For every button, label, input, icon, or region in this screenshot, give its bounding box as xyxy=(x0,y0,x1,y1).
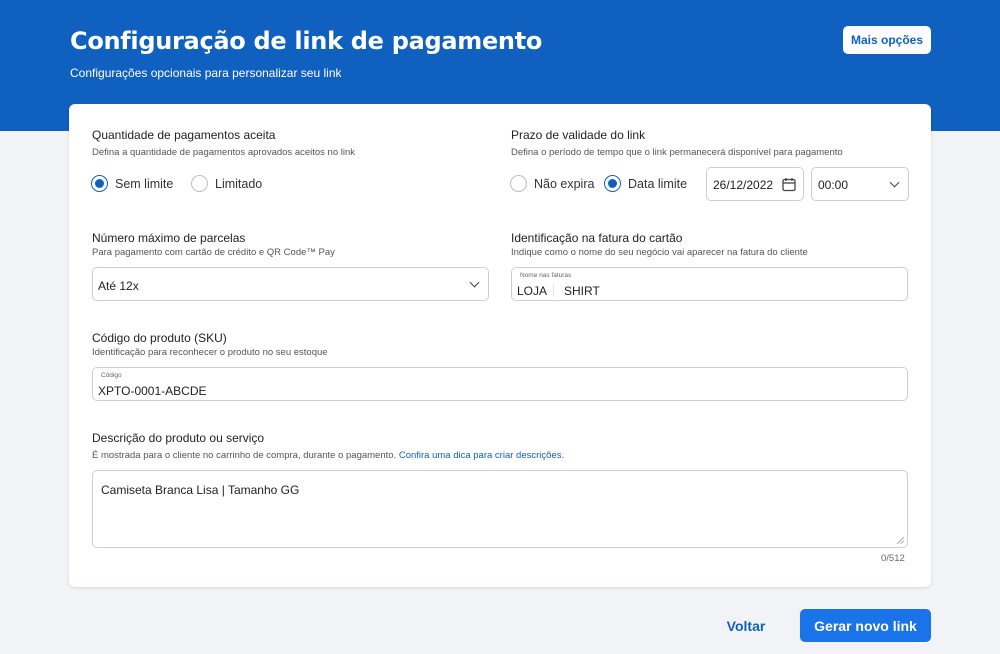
radio-deadline[interactable]: Data limite xyxy=(604,175,687,192)
resize-handle-icon[interactable] xyxy=(896,536,905,545)
field-divider xyxy=(553,284,554,297)
back-button[interactable]: Voltar xyxy=(712,609,780,642)
installments-select[interactable]: Até 12x xyxy=(92,267,489,301)
validity-title: Prazo de validade do link xyxy=(511,128,646,142)
generate-link-button[interactable]: Gerar novo link xyxy=(800,609,931,642)
description-help: É mostrada para o cliente no carrinho de… xyxy=(92,450,564,461)
description-textarea[interactable]: Camiseta Branca Lisa | Tamanho GG xyxy=(92,470,908,548)
payments-accepted-title: Quantidade de pagamentos aceita xyxy=(92,128,276,142)
calendar-icon[interactable] xyxy=(782,177,796,192)
description-tip-link[interactable]: Confira uma dica para criar descrições. xyxy=(399,450,564,461)
invoice-name-part2: SHIRT xyxy=(564,284,600,298)
radio-limited[interactable]: Limitado xyxy=(191,175,262,192)
radio-deadline-label: Data limite xyxy=(628,176,688,191)
installments-title: Número máximo de parcelas xyxy=(92,231,246,245)
chevron-down-icon xyxy=(469,277,480,288)
radio-checked-icon xyxy=(604,175,621,192)
payments-accepted-description: Defina a quantidade de pagamentos aprova… xyxy=(92,147,356,158)
invoice-name-label: Nome nas faturas xyxy=(520,272,572,279)
more-options-button[interactable]: Mais opções xyxy=(843,26,931,54)
sku-field-label: Código xyxy=(101,372,122,379)
radio-unchecked-icon xyxy=(510,175,527,192)
installments-value: Até 12x xyxy=(98,279,139,293)
invoice-id-title: Identificação na fatura do cartão xyxy=(511,231,683,245)
validity-description: Defina o período de tempo que o link per… xyxy=(511,147,843,158)
invoice-id-description: Indique como o nome do seu negócio vai a… xyxy=(511,247,808,258)
page-title: Configuração de link de pagamento xyxy=(70,27,543,55)
description-help-text: É mostrada para o cliente no carrinho de… xyxy=(92,450,397,461)
sku-field[interactable]: Código XPTO-0001-ABCDE xyxy=(92,367,908,401)
invoice-name-part1: LOJA xyxy=(517,284,548,298)
sku-description: Identificação para reconhecer o produto … xyxy=(92,347,328,358)
time-select[interactable]: 00:00 xyxy=(811,167,909,201)
invoice-name-field[interactable]: Nome nas faturas LOJA SHIRT xyxy=(511,267,908,301)
radio-unchecked-icon xyxy=(191,175,208,192)
date-field[interactable]: 26/12/2022 xyxy=(706,167,804,201)
installments-description: Para pagamento com cartão de crédito e Q… xyxy=(92,247,335,258)
radio-never-expires-label: Não expira xyxy=(534,176,595,191)
radio-checked-icon xyxy=(91,175,108,192)
description-value: Camiseta Branca Lisa | Tamanho GG xyxy=(101,483,300,497)
radio-limited-label: Limitado xyxy=(215,176,263,191)
time-value: 00:00 xyxy=(818,178,849,192)
radio-unlimited[interactable]: Sem limite xyxy=(91,175,173,192)
radio-never-expires[interactable]: Não expira xyxy=(510,175,594,192)
character-counter: 0/512 xyxy=(881,553,905,564)
radio-unlimited-label: Sem limite xyxy=(115,176,174,191)
sku-value: XPTO-0001-ABCDE xyxy=(98,384,207,398)
chevron-down-icon xyxy=(889,177,900,188)
settings-card: Quantidade de pagamentos aceita Defina a… xyxy=(69,104,931,587)
page-subtitle: Configurações opcionais para personaliza… xyxy=(70,66,342,80)
description-title: Descrição do produto ou serviço xyxy=(92,431,265,445)
date-value: 26/12/2022 xyxy=(713,178,774,192)
sku-title: Código do produto (SKU) xyxy=(92,331,227,345)
